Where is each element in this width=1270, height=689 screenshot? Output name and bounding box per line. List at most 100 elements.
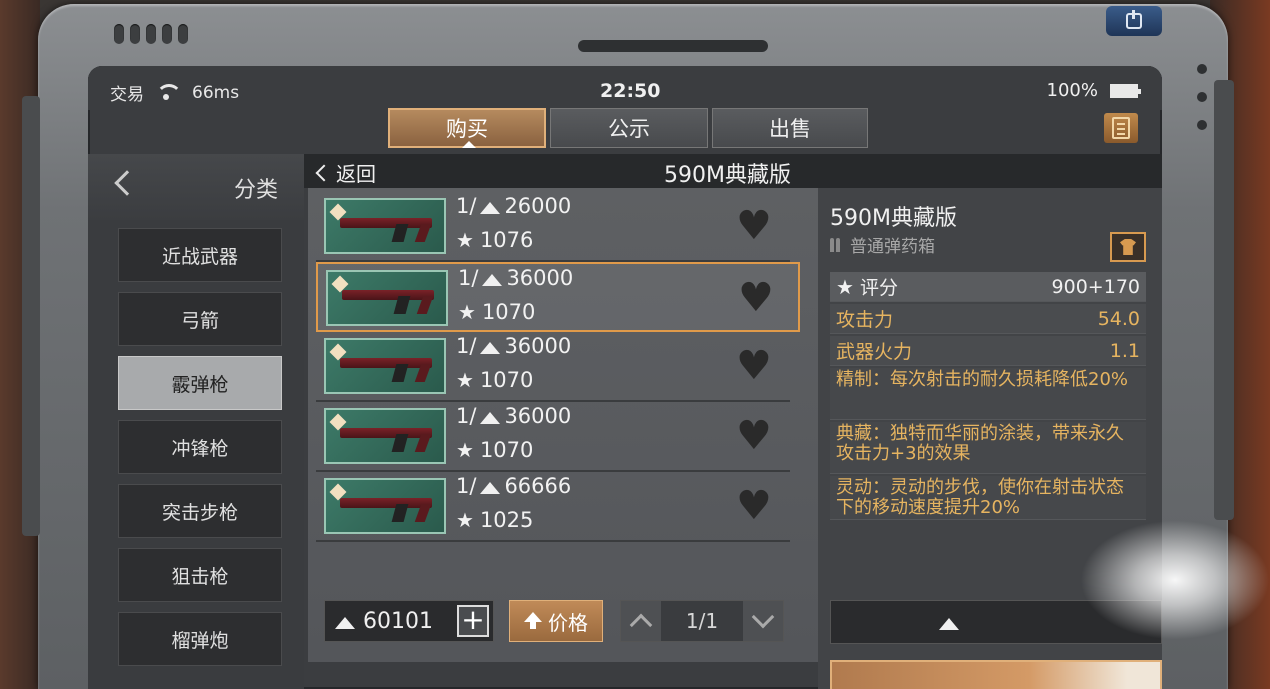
star-icon: ★ — [456, 368, 474, 392]
star-icon: ★ — [456, 228, 474, 252]
stat-label: 武器火力 — [836, 341, 913, 363]
weapon-thumbnail — [324, 478, 446, 534]
stat-value: 1.1 — [1109, 339, 1140, 362]
app-label: 交易 — [110, 85, 144, 105]
rail-screw — [1197, 92, 1207, 102]
coin-icon — [480, 270, 504, 286]
stat-value: 900+170 — [1051, 275, 1140, 298]
divider — [316, 540, 790, 542]
category-bow[interactable]: 弓箭 — [118, 292, 282, 346]
qty: 1/ — [456, 474, 477, 498]
qty: 1/ — [456, 194, 477, 218]
listing-row[interactable]: 1/36000 ★ 1070 ♥ — [316, 332, 800, 402]
category-grenade-launcher[interactable]: 榴弹炮 — [118, 612, 282, 666]
wallet-value: 60101 — [363, 608, 433, 634]
perk-description: 精制：每次射击的耐久损耗降低20% — [830, 368, 1146, 420]
item-name: 590M典藏版 — [830, 206, 957, 231]
power-icon — [1126, 10, 1142, 29]
add-funds-button[interactable]: + — [457, 605, 489, 637]
records-button[interactable] — [1104, 113, 1138, 143]
star-icon: ★ — [456, 438, 474, 462]
left-rail — [22, 96, 40, 536]
tab-sell[interactable]: 出售 — [712, 108, 868, 148]
score: 1076 — [479, 228, 534, 252]
skin-preview-button[interactable] — [1110, 232, 1146, 262]
rail-screw — [1197, 120, 1207, 130]
listing-row[interactable]: 1/66666 ★ 1025 ♥ — [316, 472, 800, 542]
category-title: 分类 — [234, 178, 279, 203]
weapon-thumbnail — [324, 338, 446, 394]
page-indicator: 1/1 — [685, 609, 719, 633]
heart-icon[interactable]: ♥ — [736, 206, 772, 246]
qty: 1/ — [458, 266, 479, 290]
category-list: 近战武器 弓箭 霰弹枪 冲锋枪 突击步枪 狙击枪 榴弹炮 — [118, 228, 282, 676]
coin-icon — [333, 613, 357, 629]
wifi-icon — [156, 83, 182, 102]
stat-score: ★ 评分 900+170 — [830, 272, 1146, 302]
star-icon: ★ — [836, 274, 854, 299]
pagination: 1/1 — [620, 600, 784, 642]
listing-title: 590M典藏版 — [664, 163, 791, 188]
perk-description: 灵动：灵动的步伐，使你在射击状态下的移动速度提升20% — [830, 476, 1146, 520]
chevron-left-icon — [315, 164, 333, 181]
stat-value: 54.0 — [1097, 307, 1140, 330]
coin-icon — [937, 614, 961, 630]
qty: 1/ — [456, 404, 477, 428]
buy-button[interactable] — [830, 660, 1162, 689]
stat-attack: 攻击力 54.0 — [830, 304, 1146, 334]
chevron-left-icon[interactable] — [114, 170, 140, 196]
category-shotgun[interactable]: 霰弹枪 — [118, 356, 282, 410]
heart-icon[interactable]: ♥ — [736, 346, 772, 386]
shotgun-icon — [340, 218, 432, 228]
weapon-thumbnail — [324, 198, 446, 254]
category-melee[interactable]: 近战武器 — [118, 228, 282, 282]
category-smg[interactable]: 冲锋枪 — [118, 420, 282, 474]
listing-row[interactable]: 1/36000 ★ 1070 ♥ — [316, 402, 800, 472]
wallet-balance: 60101 + — [324, 600, 494, 642]
price: 66666 — [504, 474, 572, 498]
power-button[interactable] — [1106, 6, 1162, 36]
sort-price-button[interactable]: 价格 — [509, 600, 603, 642]
price: 36000 — [506, 266, 574, 290]
tab-bar: 购买 公示 出售 — [388, 108, 868, 148]
next-page-button[interactable] — [743, 601, 783, 641]
perk-description: 典藏：独特而华丽的涂装，带来永久攻击力+3的效果 — [830, 422, 1146, 474]
shirt-icon — [1120, 239, 1136, 255]
tablet-screen: 交易 66ms 22:50 100% 购买 公示 出售 分类 近战武器 弓箭 霰… — [88, 66, 1162, 689]
score: 1070 — [479, 368, 534, 392]
listing-row[interactable]: 1/26000 ★ 1076 ♥ — [316, 192, 800, 262]
shotgun-icon — [340, 358, 432, 368]
chevron-down-icon — [751, 605, 775, 629]
tab-announce[interactable]: 公示 — [550, 108, 708, 148]
tab-buy[interactable]: 购买 — [388, 108, 546, 148]
heart-icon[interactable]: ♥ — [738, 278, 774, 318]
watermark-glare — [1080, 520, 1270, 640]
weapon-thumbnail — [326, 270, 448, 326]
shotgun-icon — [342, 290, 434, 300]
rail-screw — [1197, 64, 1207, 74]
ammo-icon — [830, 237, 842, 252]
battery-text: 100% — [1046, 80, 1098, 101]
category-header: 分类 — [88, 154, 304, 220]
score: 1070 — [481, 300, 536, 324]
right-rail — [1214, 80, 1234, 520]
arrow-up-icon — [524, 612, 542, 630]
stat-firepower: 武器火力 1.1 — [830, 336, 1146, 366]
weapon-thumbnail — [324, 408, 446, 464]
score: 1070 — [479, 438, 534, 462]
heart-icon[interactable]: ♥ — [736, 416, 772, 456]
status-bar: 交易 66ms 22:50 100% — [88, 66, 1162, 110]
stat-label: 攻击力 — [836, 309, 894, 331]
coin-icon — [478, 198, 502, 214]
prev-page-button[interactable] — [621, 601, 661, 641]
stat-label: 评分 — [859, 277, 898, 299]
clock: 22:50 — [600, 80, 661, 102]
qty: 1/ — [456, 334, 477, 358]
chevron-up-icon — [629, 613, 653, 637]
category-sniper[interactable]: 狙击枪 — [118, 548, 282, 602]
listing-row-selected[interactable]: 1/36000 ★ 1070 ♥ — [316, 262, 800, 332]
heart-icon[interactable]: ♥ — [736, 486, 772, 526]
category-assault-rifle[interactable]: 突击步枪 — [118, 484, 282, 538]
back-button[interactable]: 返回 — [314, 158, 376, 187]
ping-text: 66ms — [192, 82, 240, 103]
